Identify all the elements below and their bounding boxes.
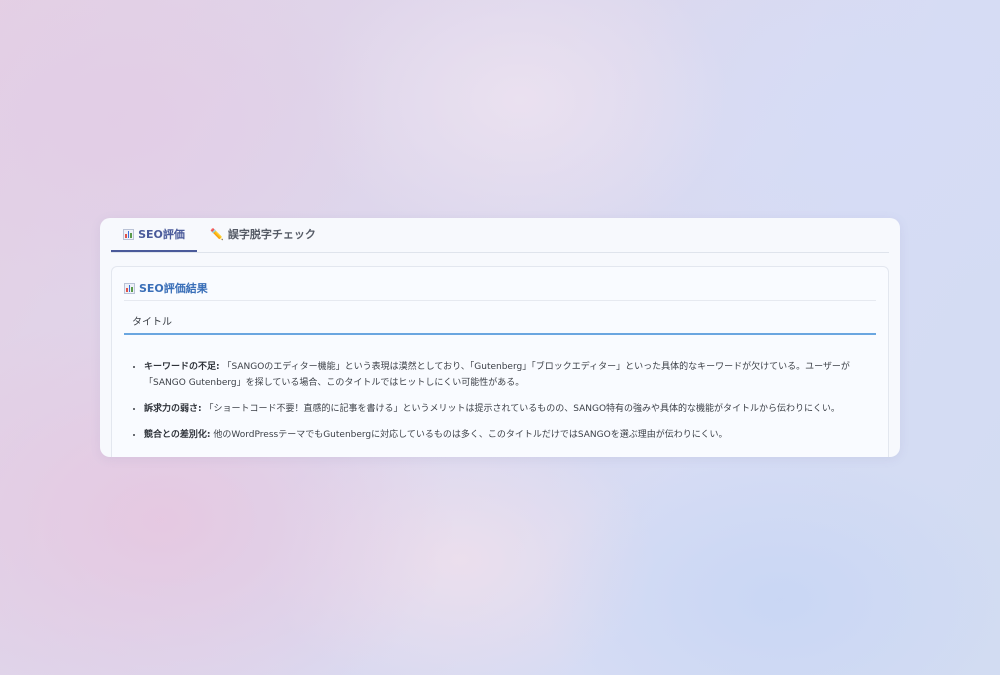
- seo-result-card: SEO評価結果 タイトル キーワードの不足: 「SANGOのエディター機能」とい…: [111, 266, 889, 457]
- tab-typo-check[interactable]: ✏️ 誤字脱字チェック: [199, 218, 327, 250]
- pencil-icon: ✏️: [210, 227, 224, 241]
- list-item: 訴求力の弱さ: 「ショートコード不要！直感的に記事を書ける」というメリットは提示…: [144, 401, 876, 417]
- tab-bar: SEO評価 ✏️ 誤字脱字チェック: [111, 218, 889, 253]
- list-item: 競合との差別化: 他のWordPressテーマでもGutenbergに対応してい…: [144, 427, 876, 443]
- point-text: 「SANGOのエディター機能」という表現は漠然としており、「Gutenberg」…: [144, 362, 850, 388]
- point-heading: 競合との差別化:: [144, 430, 211, 440]
- seo-panel: SEO評価 ✏️ 誤字脱字チェック SEO評価結果 タイトル キーワードの不足:…: [100, 218, 900, 457]
- point-text: 「ショートコード不要！直感的に記事を書ける」というメリットは提示されているものの…: [201, 404, 840, 414]
- tab-seo-label: SEO評価: [138, 228, 185, 241]
- evaluation-list: キーワードの不足: 「SANGOのエディター機能」という表現は漠然としており、「…: [124, 359, 876, 453]
- bar-chart-icon: [124, 282, 135, 294]
- list-item: キーワードの不足: 「SANGOのエディター機能」という表現は漠然としており、「…: [144, 359, 876, 391]
- result-title: SEO評価結果: [124, 280, 208, 296]
- bar-chart-icon: [123, 228, 135, 240]
- point-heading: キーワードの不足:: [144, 362, 220, 372]
- divider: [124, 300, 876, 301]
- result-title-text: SEO評価結果: [139, 282, 208, 295]
- tab-seo-evaluation[interactable]: SEO評価: [111, 218, 197, 252]
- point-text: 他のWordPressテーマでもGutenbergに対応しているものは多く、この…: [210, 430, 728, 440]
- tab-typo-label: 誤字脱字チェック: [227, 228, 316, 241]
- point-heading: 訴求力の弱さ:: [144, 404, 202, 414]
- title-section-header[interactable]: タイトル: [124, 311, 876, 335]
